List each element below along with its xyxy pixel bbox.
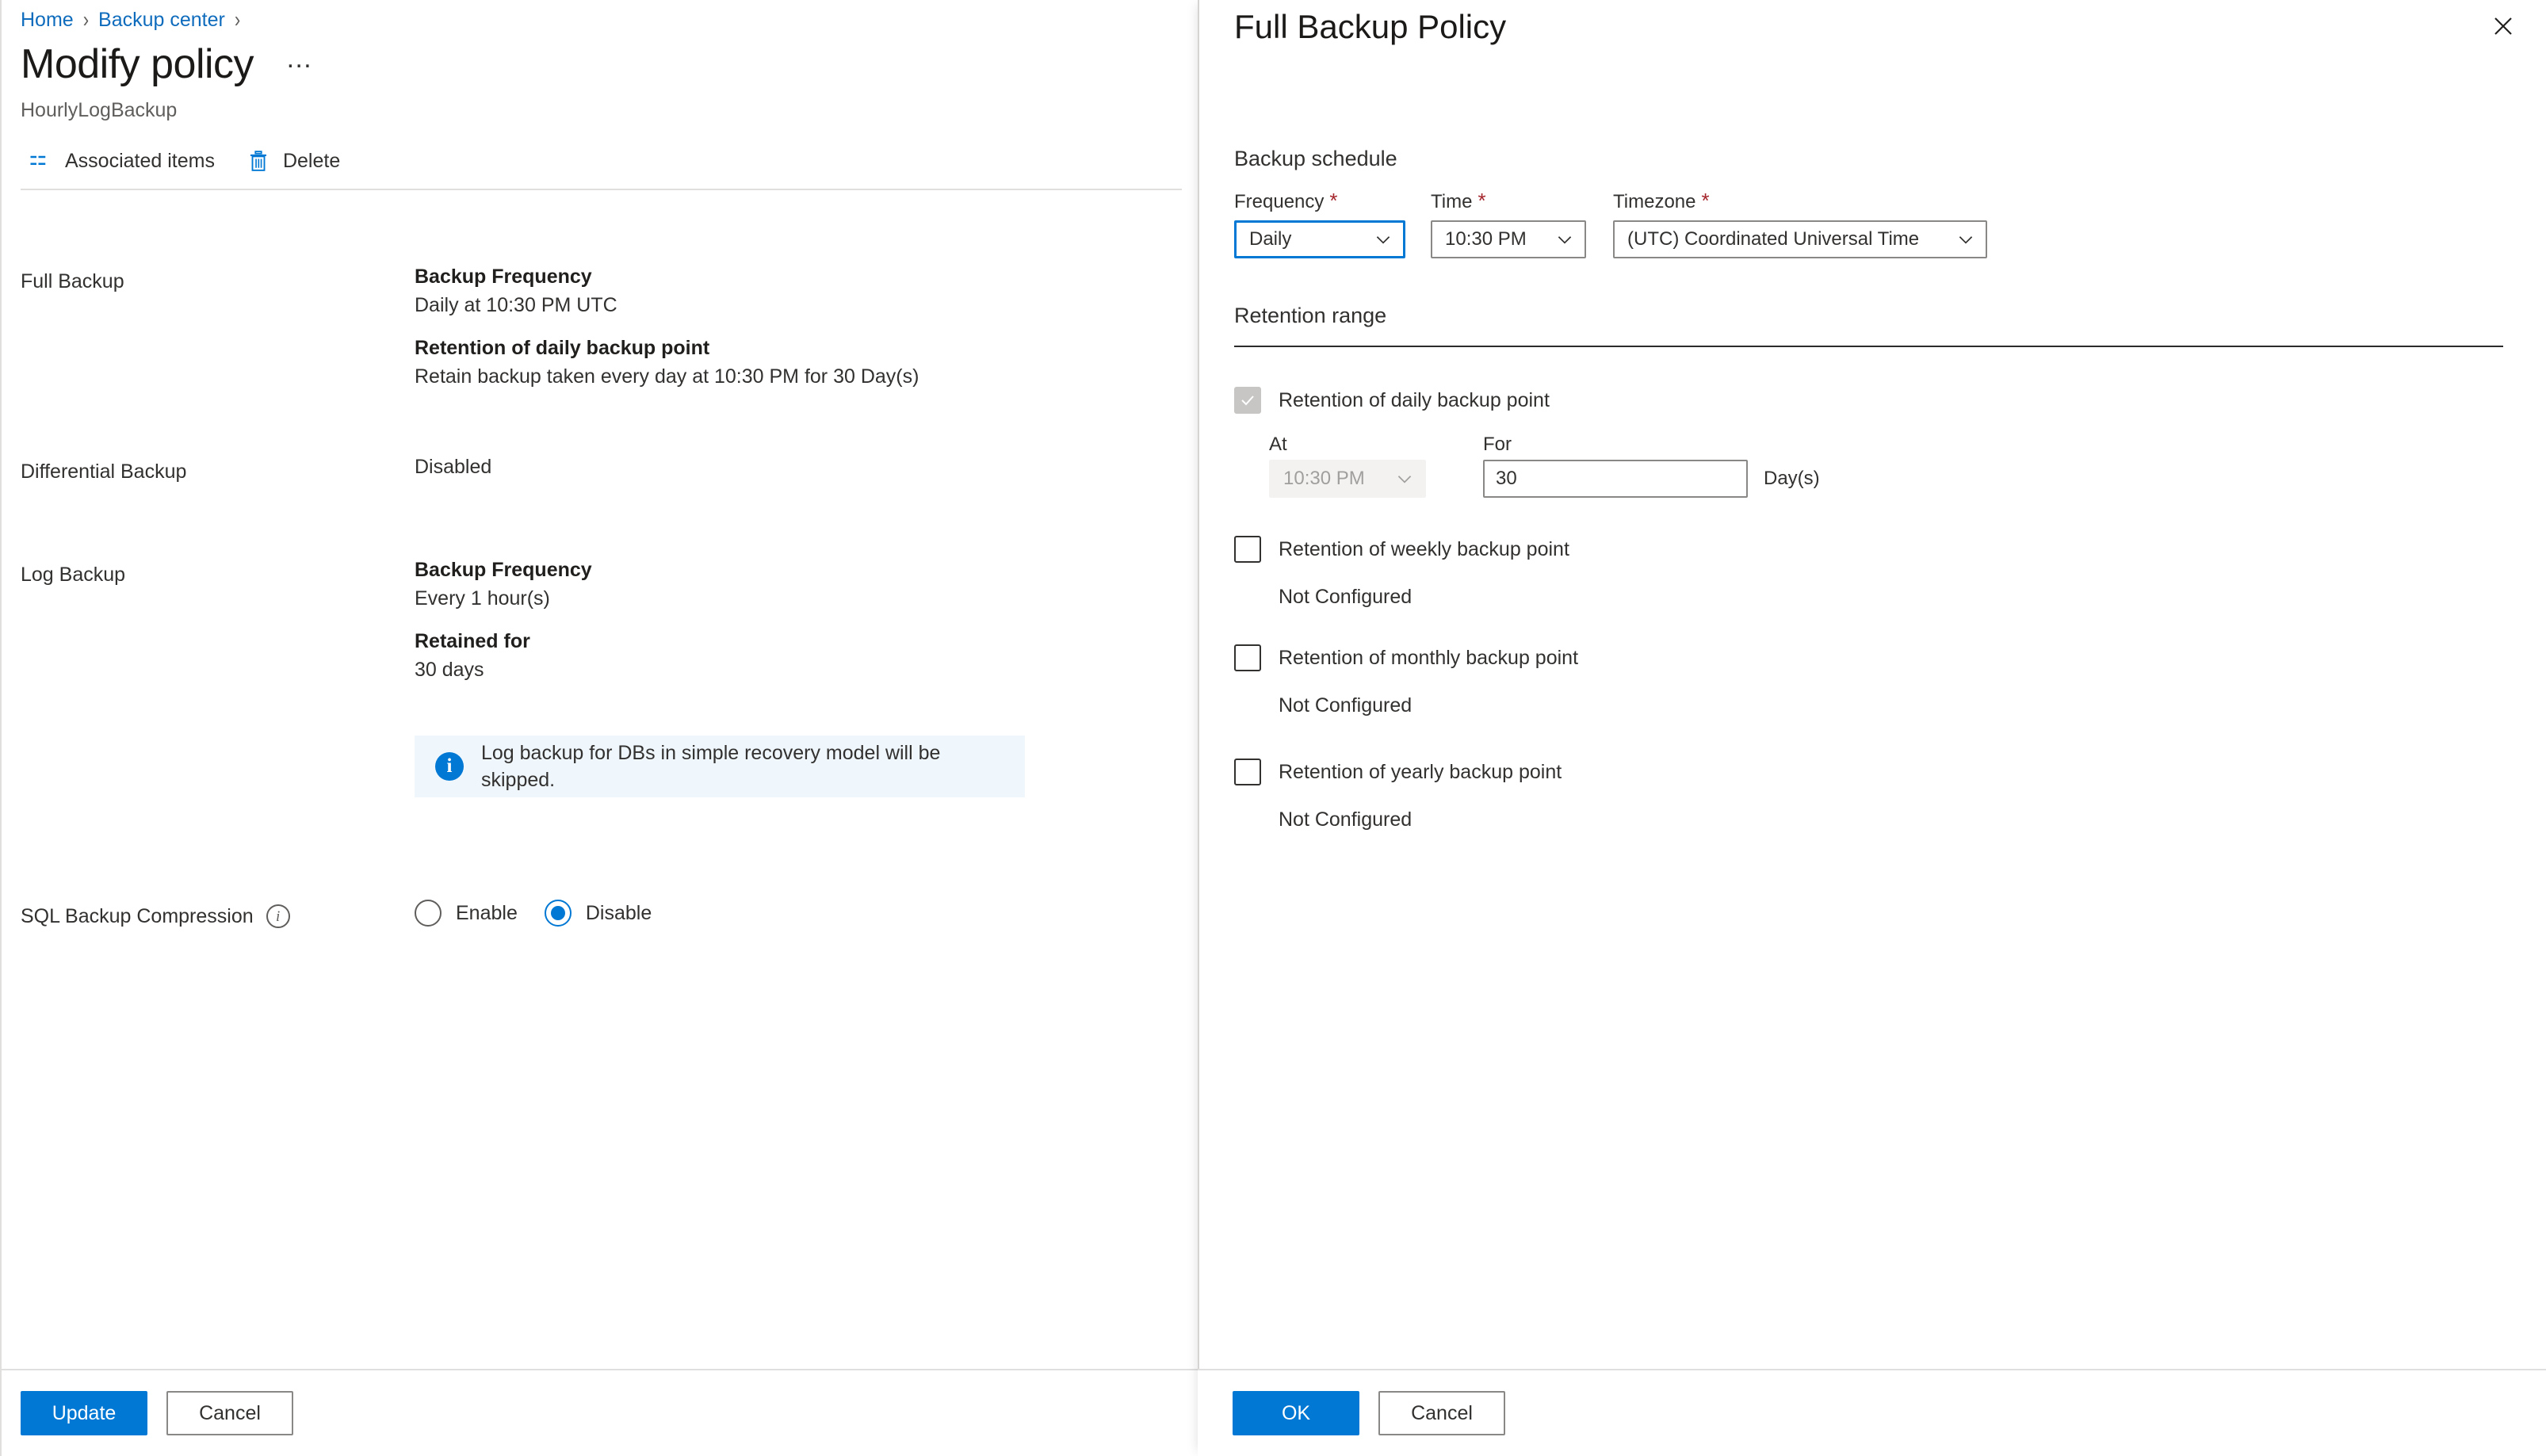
timezone-dropdown[interactable]: (UTC) Coordinated Universal Time [1613, 220, 1987, 258]
timezone-dropdown-value: (UTC) Coordinated Universal Time [1627, 228, 1920, 250]
left-blade-footer: Update Cancel [2, 1369, 1199, 1456]
page-subtitle: HourlyLogBackup [21, 99, 178, 121]
yearly-retention-checkbox-row[interactable]: Retention of yearly backup point [1234, 759, 1562, 785]
modify-policy-blade: Home › Backup center › Modify policy … H… [0, 0, 1199, 1456]
log-backup-label: Log Backup [21, 564, 126, 586]
trash-icon [247, 149, 270, 173]
time-required-star: * [1478, 189, 1486, 212]
time-label-text: Time [1431, 191, 1473, 212]
frequency-dropdown[interactable]: Daily [1234, 220, 1405, 258]
page-title: Modify policy [21, 41, 254, 87]
frequency-required-star: * [1329, 189, 1338, 212]
breadcrumb-item-home[interactable]: Home [21, 6, 74, 33]
ok-button[interactable]: OK [1233, 1391, 1359, 1435]
sql-backup-compression-label-text: SQL Backup Compression [21, 905, 254, 927]
monthly-retention-checkbox[interactable] [1234, 644, 1261, 671]
log-backup-retained-value: 30 days [415, 659, 484, 681]
list-icon [29, 149, 52, 173]
daily-at-label: At [1269, 434, 1287, 455]
delete-label: Delete [282, 149, 341, 172]
full-backup-frequency-heading: Backup Frequency [415, 266, 592, 288]
retention-range-divider [1234, 346, 2503, 347]
chevron-down-icon [1554, 229, 1575, 250]
info-circle-icon[interactable]: i [266, 904, 290, 928]
full-backup-retention-value: Retain backup taken every day at 10:30 P… [415, 365, 919, 388]
yearly-retention-checkbox[interactable] [1234, 759, 1261, 785]
update-button[interactable]: Update [21, 1391, 147, 1435]
log-backup-frequency-value: Every 1 hour(s) [415, 587, 550, 610]
retention-range-heading: Retention range [1234, 304, 1387, 327]
blade-title: Full Backup Policy [1234, 8, 1507, 45]
associated-items-label: Associated items [65, 149, 215, 172]
breadcrumb-separator-icon: › [82, 6, 90, 32]
info-icon: i [435, 752, 464, 781]
sql-backup-compression-label: SQL Backup Compression i [21, 903, 290, 930]
daily-retention-label: Retention of daily backup point [1279, 389, 1550, 411]
breadcrumb-separator-icon-2: › [234, 6, 241, 32]
daily-retention-checkbox [1234, 387, 1261, 414]
radio-option-enable[interactable]: Enable [415, 900, 518, 927]
delete-button[interactable]: Delete [239, 143, 348, 179]
frequency-field-label: Frequency * [1234, 190, 1338, 214]
time-dropdown[interactable]: 10:30 PM [1431, 220, 1586, 258]
time-field-label: Time * [1431, 190, 1486, 214]
full-backup-policy-blade: Full Backup Policy Backup schedule Frequ… [1198, 0, 2546, 1456]
left-cancel-button[interactable]: Cancel [166, 1391, 293, 1435]
daily-at-dropdown-value: 10:30 PM [1283, 468, 1365, 489]
monthly-retention-checkbox-row[interactable]: Retention of monthly backup point [1234, 644, 1578, 671]
breadcrumb: Home › Backup center › [21, 6, 250, 33]
radio-mark-enable[interactable] [415, 900, 442, 927]
page-title-row: Modify policy … [21, 40, 320, 89]
sql-backup-compression-radio-group: Enable Disable [415, 900, 679, 927]
info-banner-text: Log backup for DBs in simple recovery mo… [481, 742, 941, 791]
radio-label-enable: Enable [456, 901, 518, 924]
full-backup-label: Full Backup [21, 270, 124, 292]
frequency-label-text: Frequency [1234, 191, 1325, 212]
chevron-down-icon [1373, 229, 1393, 250]
daily-for-unit-label: Day(s) [1764, 468, 1820, 489]
command-bar: Associated items Delete [21, 143, 364, 179]
command-bar-divider [21, 189, 1182, 190]
radio-label-disable: Disable [585, 901, 652, 924]
weekly-retention-status: Not Configured [1279, 586, 1413, 608]
log-backup-frequency-heading: Backup Frequency [415, 559, 592, 581]
yearly-retention-status: Not Configured [1279, 808, 1413, 831]
time-dropdown-value: 10:30 PM [1445, 228, 1527, 250]
close-icon [2491, 14, 2515, 40]
more-actions-button[interactable]: … [279, 43, 320, 86]
weekly-retention-label: Retention of weekly backup point [1279, 538, 1569, 560]
close-button[interactable] [2481, 5, 2525, 49]
monthly-retention-label: Retention of monthly backup point [1279, 647, 1579, 669]
differential-backup-label: Differential Backup [21, 460, 187, 483]
breadcrumb-item-backup-center[interactable]: Backup center [98, 6, 225, 33]
yearly-retention-label: Retention of yearly backup point [1279, 761, 1562, 783]
weekly-retention-checkbox-row[interactable]: Retention of weekly backup point [1234, 536, 1569, 563]
radio-option-disable[interactable]: Disable [544, 900, 652, 927]
frequency-dropdown-value: Daily [1249, 228, 1292, 250]
right-cancel-button[interactable]: Cancel [1378, 1391, 1505, 1435]
log-backup-info-banner: i Log backup for DBs in simple recovery … [415, 736, 1025, 797]
log-backup-retained-heading: Retained for [415, 630, 530, 652]
timezone-required-star: * [1701, 189, 1710, 212]
timezone-label-text: Timezone [1613, 191, 1696, 212]
daily-at-dropdown: 10:30 PM [1269, 460, 1426, 498]
backup-schedule-heading: Backup schedule [1234, 147, 1397, 170]
chevron-down-icon [1955, 229, 1976, 250]
weekly-retention-checkbox[interactable] [1234, 536, 1261, 563]
monthly-retention-status: Not Configured [1279, 694, 1413, 717]
associated-items-button[interactable]: Associated items [21, 143, 223, 179]
full-backup-retention-heading: Retention of daily backup point [415, 337, 710, 359]
daily-for-label: For [1483, 434, 1512, 455]
azure-portal-screen: Home › Backup center › Modify policy … H… [0, 0, 2546, 1456]
daily-retention-checkbox-row[interactable]: Retention of daily backup point [1234, 387, 1550, 414]
timezone-field-label: Timezone * [1613, 190, 1710, 214]
chevron-down-icon [1394, 468, 1415, 489]
differential-backup-value: Disabled [415, 456, 492, 478]
full-backup-frequency-value: Daily at 10:30 PM UTC [415, 294, 617, 316]
daily-for-input[interactable] [1483, 460, 1748, 498]
radio-mark-disable[interactable] [544, 900, 572, 927]
right-blade-footer: OK Cancel [1198, 1369, 2546, 1456]
